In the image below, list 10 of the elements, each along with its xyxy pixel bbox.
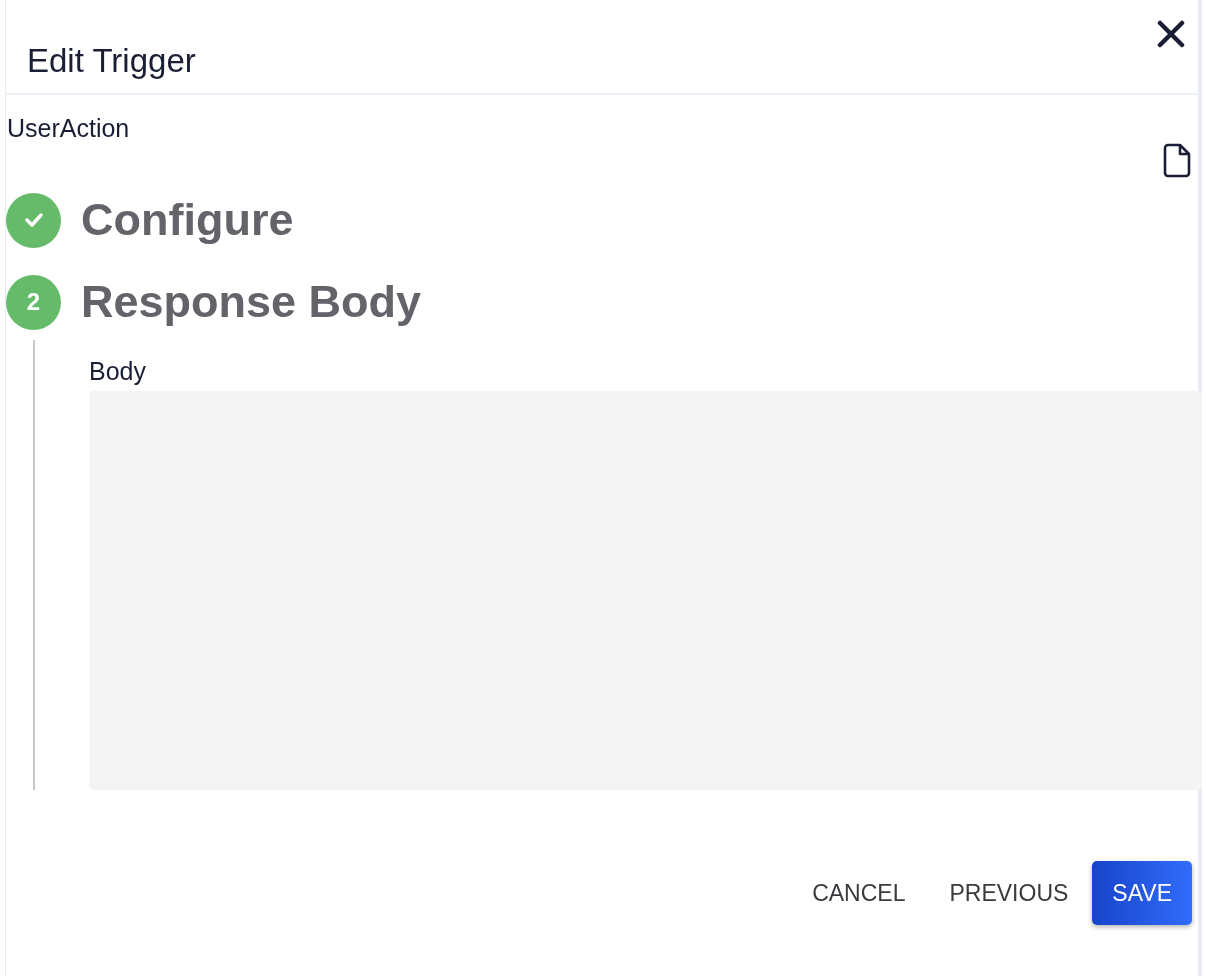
text-button[interactable]: PREVIOUS [929,861,1089,925]
step-title[interactable]: Configure [81,192,294,248]
document-icon[interactable] [1162,143,1192,178]
field-label: Body [89,356,146,386]
step-number: 2 [6,274,61,330]
trigger-name: UserAction [7,113,131,143]
dialog-title: Edit Trigger [27,41,196,81]
save-button[interactable]: SAVE [1092,861,1192,925]
step-title[interactable]: Response Body [81,274,422,330]
text-button[interactable]: CANCEL [792,861,926,925]
